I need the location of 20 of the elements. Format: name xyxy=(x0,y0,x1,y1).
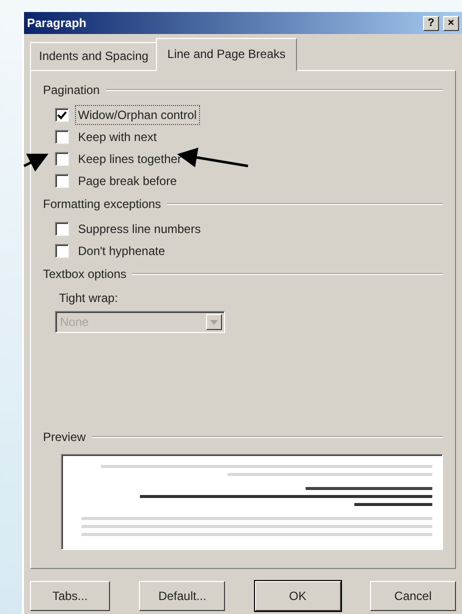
checkbox-label[interactable]: Page break before xyxy=(75,171,180,191)
field-label: Tight wrap: xyxy=(59,290,119,307)
checkbox-label[interactable]: Suppress line numbers xyxy=(75,219,204,239)
dialog-button[interactable]: Tabs... xyxy=(30,581,110,611)
group-title: Pagination xyxy=(43,82,100,99)
checkbox-label[interactable]: Keep lines together xyxy=(75,149,184,169)
tab[interactable]: Indents and Spacing xyxy=(30,42,158,70)
checkbox-label[interactable]: Don't hyphenate xyxy=(75,241,168,261)
group-title: Formatting exceptions xyxy=(43,196,162,213)
dialog-button[interactable]: OK xyxy=(254,581,341,611)
close-button[interactable]: × xyxy=(443,16,459,30)
dialog-button[interactable]: Default... xyxy=(139,581,226,611)
group-title: Textbox options xyxy=(43,266,126,283)
window-title: Paragraph xyxy=(27,15,86,32)
group-title: Preview xyxy=(43,429,86,446)
checkbox-label[interactable]: Widow/Orphan control xyxy=(75,105,200,125)
help-button[interactable]: ? xyxy=(423,16,439,30)
checkbox-label[interactable]: Keep with next xyxy=(75,127,160,147)
dialog-button[interactable]: Cancel xyxy=(370,581,456,611)
tab[interactable]: Line and Page Breaks xyxy=(156,38,297,71)
